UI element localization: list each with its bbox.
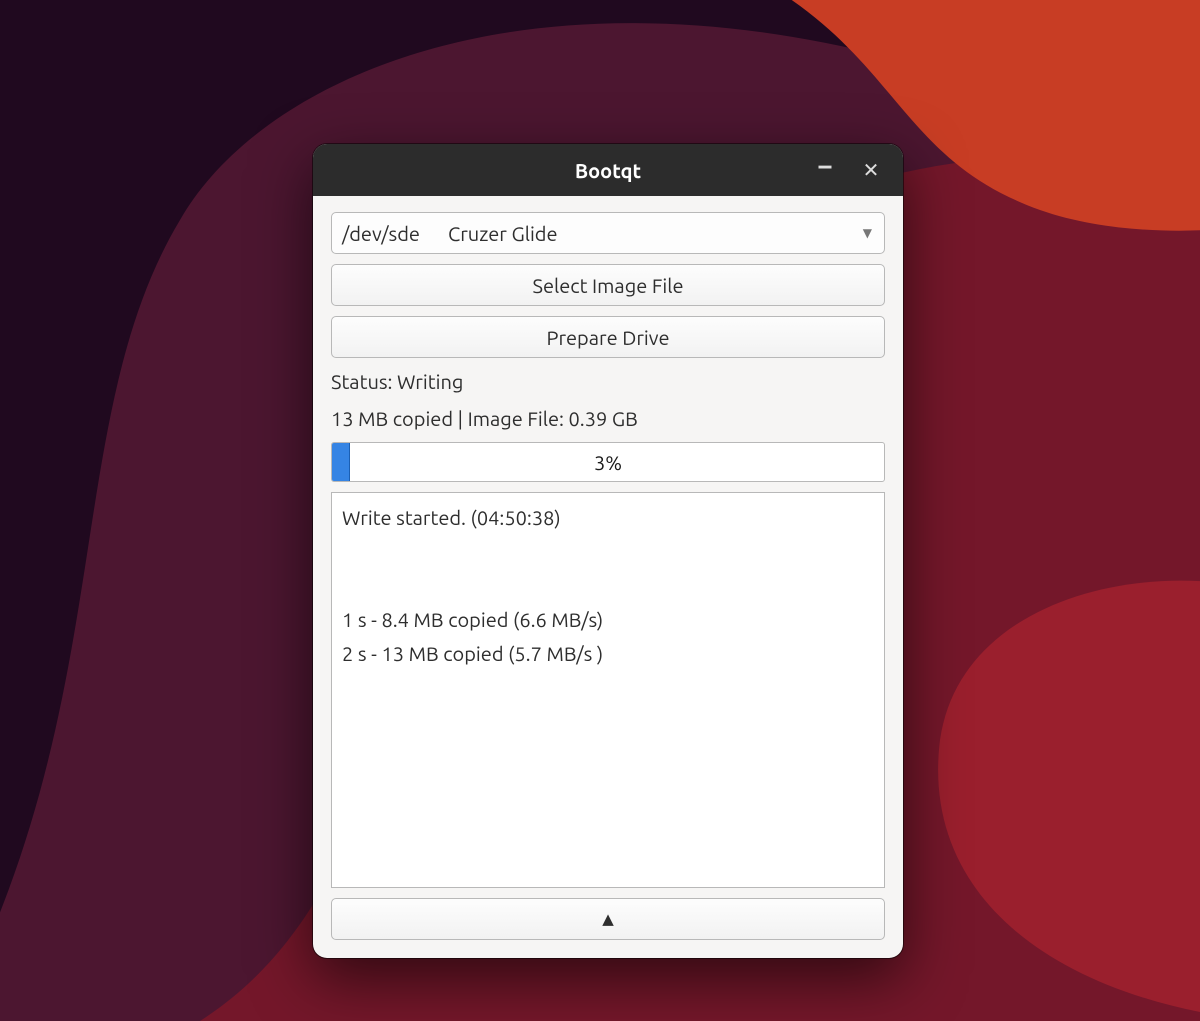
chevron-up-icon: ▲ (602, 910, 614, 928)
collapse-log-button[interactable]: ▲ (331, 898, 885, 940)
window-title: Bootqt (575, 159, 641, 182)
select-image-label: Select Image File (533, 274, 684, 297)
drive-device: /dev/sde (342, 222, 420, 245)
progress-bar: 3% (331, 442, 885, 482)
chevron-down-icon: ▼ (863, 226, 872, 240)
status-line: Status: Writing (331, 368, 885, 395)
titlebar[interactable]: Bootqt – ✕ (313, 144, 903, 196)
window-controls: – ✕ (813, 144, 893, 196)
progress-label: 3% (332, 443, 884, 481)
select-image-button[interactable]: Select Image File (331, 264, 885, 306)
window-body: /dev/sde Cruzer Glide ▼ Select Image Fil… (313, 196, 903, 958)
prepare-drive-button[interactable]: Prepare Drive (331, 316, 885, 358)
desktop: Bootqt – ✕ /dev/sde Cruzer Glide ▼ Selec… (0, 0, 1200, 1021)
minimize-button[interactable]: – (813, 154, 837, 178)
drive-label: Cruzer Glide (448, 222, 558, 245)
close-button[interactable]: ✕ (859, 158, 883, 182)
log-output[interactable]: Write started. (04:50:38) 1 s - 8.4 MB c… (331, 492, 885, 888)
drive-select[interactable]: /dev/sde Cruzer Glide ▼ (331, 212, 885, 254)
app-window: Bootqt – ✕ /dev/sde Cruzer Glide ▼ Selec… (313, 144, 903, 958)
prepare-drive-label: Prepare Drive (547, 326, 670, 349)
status-detail: 13 MB copied | Image File: 0.39 GB (331, 405, 885, 432)
